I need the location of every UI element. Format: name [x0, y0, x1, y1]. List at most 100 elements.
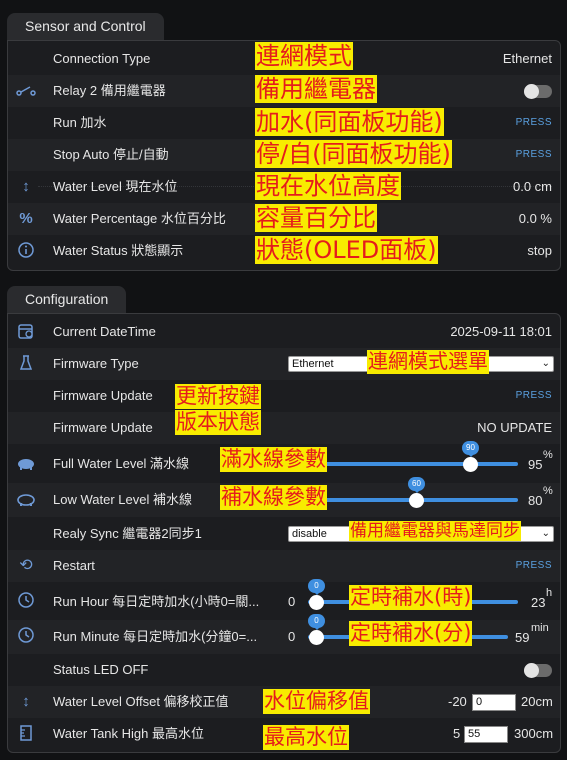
water-percentage-label: Water Percentage 水位百分比	[53, 211, 226, 226]
ruler-icon	[16, 724, 36, 744]
tank-high-max: 300cm	[514, 726, 554, 741]
clock-icon	[16, 626, 36, 646]
annotation-run: 加水(同面板功能)	[255, 108, 444, 137]
water-level-offset-label: Water Level Offset 偏移校正值	[53, 694, 229, 709]
low-level-slider-thumb[interactable]	[409, 493, 424, 508]
run-label: Run 加水	[53, 115, 107, 130]
current-datetime-value: 2025-09-11 18:01	[450, 324, 552, 339]
run-minute-unit: min	[531, 622, 549, 634]
chevron-down-icon: ⌄	[541, 358, 550, 369]
annotation-run-minute: 定時補水(分)	[349, 621, 473, 646]
water-status-label: Water Status 狀態顯示	[53, 243, 184, 258]
run-minute-slider-thumb[interactable]	[309, 630, 324, 645]
annotation-status: 狀態(OLED面板)	[255, 236, 438, 265]
firmware-type-label: Firmware Type	[53, 356, 139, 371]
annotation-stop: 停/自(同面板功能)	[255, 140, 452, 169]
status-led-row: Status LED OFF	[8, 654, 560, 686]
low-tank-icon	[16, 489, 36, 509]
toggle-knob	[524, 84, 539, 99]
firmware-update-label: Firmware Update	[53, 388, 153, 403]
run-hour-unit: h	[546, 587, 553, 599]
annotation-low-level: 補水線參數	[220, 485, 327, 510]
low-level-max: 80	[528, 493, 543, 508]
firmware-status-value: NO UPDATE	[477, 420, 552, 435]
toggle-knob	[524, 663, 539, 678]
annotation-update-status: 版本狀態	[175, 410, 261, 435]
status-led-label: Status LED OFF	[53, 662, 149, 677]
restart-press-button[interactable]: PRESS	[516, 550, 552, 582]
stop-auto-press-button[interactable]: PRESS	[516, 139, 552, 171]
annotation-relay: 備用繼電器	[255, 75, 377, 104]
full-level-unit: %	[543, 449, 553, 461]
offset-min: -20	[448, 694, 467, 709]
relay-sync-selected: disable	[292, 528, 327, 540]
relay2-toggle[interactable]	[524, 84, 552, 99]
calendar-clock-icon	[16, 322, 36, 342]
run-minute-label: Run Minute 每日定時加水(分鐘0=...	[53, 629, 258, 644]
current-datetime-label: Current DateTime	[53, 324, 156, 339]
percent-icon: %	[19, 210, 33, 227]
annotation-connection: 連網模式	[255, 42, 353, 71]
tank-high-min: 5	[453, 726, 461, 741]
chevron-down-icon: ⌄	[541, 528, 550, 539]
connection-type-value: Ethernet	[502, 51, 552, 66]
water-percentage-value: 0.0 %	[518, 211, 552, 226]
firmware-status-label: Firmware Update	[53, 420, 153, 435]
water-status-value: stop	[527, 243, 552, 258]
run-minute-min: 0	[288, 629, 296, 644]
run-hour-label: Run Hour 每日定時加水(小時0=關...	[53, 594, 260, 609]
stop-auto-label: Stop Auto 停止/自動	[53, 147, 169, 162]
restart-row: ⟲ Restart PRESS	[8, 550, 560, 582]
firmware-status-row: Firmware Update NO UPDATE	[8, 412, 560, 444]
annotation-firmware-type: 連網模式選單	[367, 349, 489, 374]
clock-icon	[16, 591, 36, 611]
water-level-value: 0.0 cm	[512, 179, 552, 194]
firmware-update-row: Firmware Update PRESS	[8, 380, 560, 412]
run-hour-max: 23	[531, 595, 546, 610]
info-icon	[16, 241, 36, 261]
connection-type-label: Connection Type	[53, 51, 151, 66]
annotation-full-level: 滿水線參數	[220, 447, 327, 472]
low-water-level-label: Low Water Level 補水線	[53, 492, 192, 507]
annotation-percentage: 容量百分比	[255, 204, 377, 233]
relay-sync-label: Realy Sync 繼電器2同步1	[53, 526, 202, 541]
restart-icon: ⟲	[19, 557, 33, 574]
annotation-offset: 水位偏移值	[263, 689, 370, 714]
flask-icon	[16, 354, 36, 374]
tab-sensor-and-control[interactable]: Sensor and Control	[7, 13, 164, 40]
relay-icon	[16, 81, 36, 101]
run-hour-row: Run Hour 每日定時加水(小時0=關... 0 0 23 h	[8, 579, 560, 619]
full-level-slider-thumb[interactable]	[463, 457, 478, 472]
run-hour-slider-thumb[interactable]	[309, 595, 324, 610]
full-tank-icon	[16, 453, 36, 473]
water-level-label: Water Level 現在水位	[53, 179, 178, 194]
annotation-level: 現在水位高度	[255, 172, 401, 201]
firmware-type-selected: Ethernet	[292, 358, 334, 370]
relay2-label: Relay 2 備用繼電器	[53, 83, 166, 98]
annotation-update-button: 更新按鍵	[175, 384, 261, 409]
annotation-relay-sync: 備用繼電器與馬達同步	[349, 521, 521, 542]
full-level-bubble: 90	[462, 441, 479, 457]
run-hour-bubble: 0	[308, 579, 325, 595]
status-led-toggle[interactable]	[524, 663, 552, 678]
water-tank-high-label: Water Tank High 最高水位	[53, 726, 204, 741]
restart-label: Restart	[53, 558, 95, 573]
run-press-button[interactable]: PRESS	[516, 107, 552, 139]
firmware-update-press-button[interactable]: PRESS	[516, 380, 552, 412]
low-level-unit: %	[543, 485, 553, 497]
annotation-tank-high: 最高水位	[263, 725, 349, 750]
run-minute-row: Run Minute 每日定時加水(分鐘0=... 0 0 59 min	[8, 614, 560, 654]
full-water-level-label: Full Water Level 滿水線	[53, 456, 190, 471]
offset-input[interactable]: 0	[472, 694, 516, 711]
current-datetime-row: Current DateTime 2025-09-11 18:01	[8, 316, 560, 348]
run-minute-max: 59	[515, 630, 530, 645]
tab-configuration[interactable]: Configuration	[7, 286, 127, 313]
annotation-run-hour: 定時補水(時)	[349, 585, 473, 610]
low-level-bubble: 60	[408, 477, 425, 493]
arrows-vertical-icon: ↕	[22, 178, 30, 195]
full-level-max: 95	[528, 457, 543, 472]
tank-high-input[interactable]: 55	[464, 726, 508, 743]
run-minute-bubble: 0	[308, 614, 325, 630]
offset-max: 20cm	[521, 694, 553, 709]
run-hour-min: 0	[288, 594, 296, 609]
